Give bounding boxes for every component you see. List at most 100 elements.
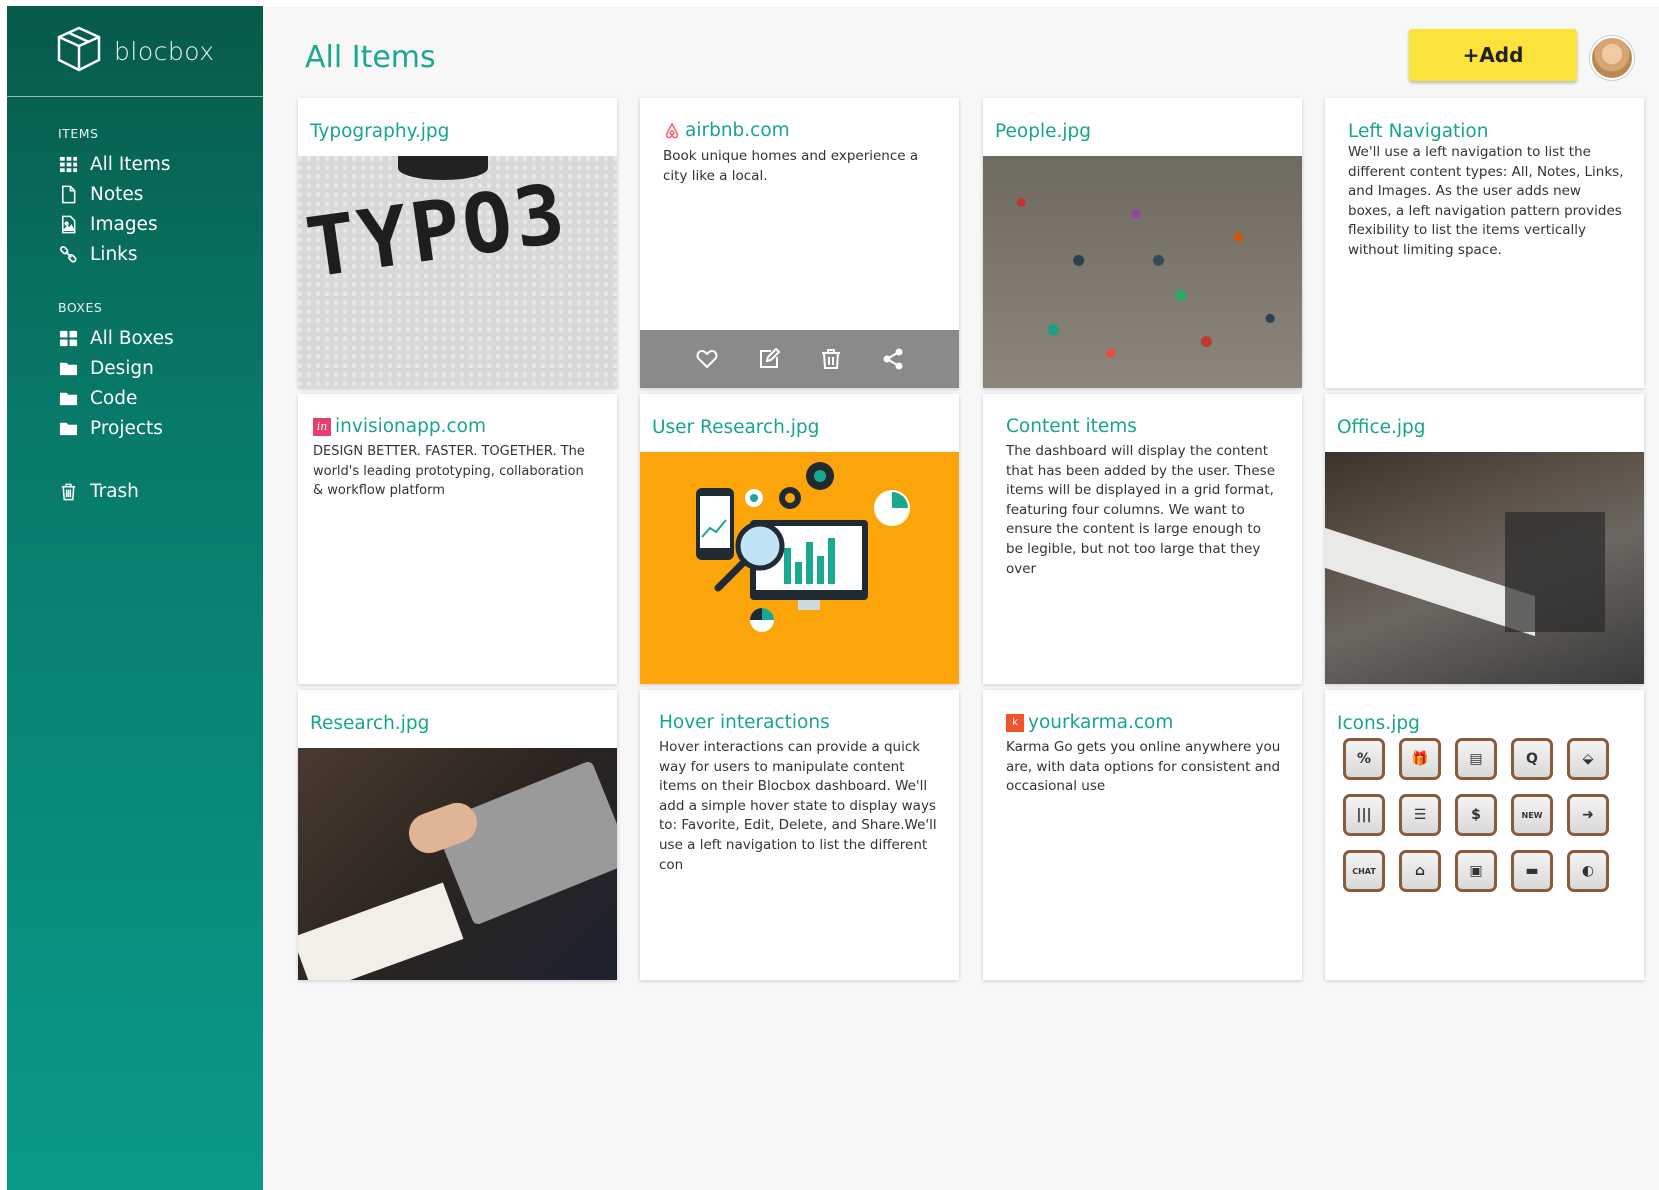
logo[interactable]: blocbox [7, 6, 263, 97]
icon-tile: ▤ [1455, 738, 1497, 780]
card-title: Content items [1006, 416, 1137, 437]
sidebar-item-label: All Items [90, 153, 171, 175]
icon-tile: ⬙ [1567, 738, 1609, 780]
boxes-section: BOXES All Boxes Design Code Projects [58, 300, 174, 443]
folder-icon [58, 418, 78, 438]
sidebar-item-all-items[interactable]: All Items [58, 149, 171, 179]
folder-icon [58, 388, 78, 408]
card-title: invisionapp.com [335, 416, 486, 437]
icon-tile: ▣ [1455, 850, 1497, 892]
heart-icon[interactable] [695, 347, 719, 371]
research-image [298, 748, 617, 980]
sidebar-item-label: Images [90, 213, 158, 235]
user-research-image [640, 452, 959, 684]
sidebar-item-label: Notes [90, 183, 144, 205]
card-left-navigation[interactable]: Left Navigation We'll use a left navigat… [1325, 98, 1644, 388]
boxes-icon [58, 328, 78, 348]
items-section: ITEMS All Items Notes Images Links [58, 126, 171, 269]
sidebar-item-projects[interactable]: Projects [58, 413, 174, 443]
card-title-row: airbnb.com [663, 120, 790, 141]
icon-tile: CHAT [1343, 850, 1385, 892]
icon-tile: ➜ [1567, 794, 1609, 836]
card-yourkarma[interactable]: k yourkarma.com Karma Go gets you online… [983, 690, 1302, 980]
card-airbnb[interactable]: airbnb.com Book unique homes and experie… [640, 98, 959, 388]
card-typography[interactable]: Typography.jpg TYPO3 [298, 98, 617, 388]
card-text: The dashboard will display the content t… [1006, 443, 1275, 577]
icon-tile: Q [1511, 738, 1553, 780]
trash-section: Trash [58, 476, 139, 506]
card-text: Book unique homes and experience a city … [663, 148, 919, 184]
folder-icon [58, 358, 78, 378]
hover-action-bar [640, 330, 959, 388]
icons-image: % 🎁 ▤ Q ⬙ ||| ☰ $ NEW ➜ CHAT ⌂ ▣ ▬ ◐ [1343, 738, 1633, 892]
icon-tile: NEW [1511, 794, 1553, 836]
card-research[interactable]: Research.jpg [298, 690, 617, 980]
delete-icon[interactable] [819, 347, 843, 371]
sidebar-item-label: Trash [90, 480, 139, 502]
link-icon [58, 244, 78, 264]
sidebar-item-links[interactable]: Links [58, 239, 171, 269]
card-title: Hover interactions [659, 712, 830, 733]
sidebar-item-trash[interactable]: Trash [58, 476, 139, 506]
sidebar-item-label: All Boxes [90, 327, 174, 349]
icon-tile: ||| [1343, 794, 1385, 836]
cube-logo-icon [54, 24, 104, 78]
icon-tile: 🎁 [1399, 738, 1441, 780]
sidebar-item-label: Projects [90, 417, 163, 439]
office-image [1325, 452, 1644, 684]
sidebar: blocbox ITEMS All Items Notes Images Lin… [7, 6, 263, 1190]
share-icon[interactable] [881, 347, 905, 371]
items-heading: ITEMS [58, 126, 99, 141]
karma-icon: k [1006, 713, 1024, 732]
card-title: Icons.jpg [1337, 713, 1420, 734]
icon-tile: ◐ [1567, 850, 1609, 892]
sidebar-item-design[interactable]: Design [58, 353, 174, 383]
sidebar-item-notes[interactable]: Notes [58, 179, 171, 209]
card-hover-interactions[interactable]: Hover interactions Hover interactions ca… [640, 690, 959, 980]
note-icon [58, 184, 78, 204]
card-office[interactable]: Office.jpg [1325, 394, 1644, 684]
icon-tile: ☰ [1399, 794, 1441, 836]
app-frame: blocbox ITEMS All Items Notes Images Lin… [7, 6, 1659, 1190]
sidebar-item-label: Links [90, 243, 138, 265]
add-button[interactable]: +Add [1409, 29, 1577, 81]
card-people[interactable]: People.jpg [983, 98, 1302, 388]
icon-tile: ▬ [1511, 850, 1553, 892]
card-title: airbnb.com [685, 120, 790, 141]
card-title: Office.jpg [1337, 417, 1426, 438]
icon-tile: % [1343, 738, 1385, 780]
card-text: We'll use a left navigation to list the … [1348, 144, 1624, 258]
avatar[interactable] [1590, 36, 1634, 80]
sidebar-item-label: Design [90, 357, 154, 379]
card-title: Typography.jpg [310, 121, 450, 142]
icon-tile: ⌂ [1399, 850, 1441, 892]
image-icon [58, 214, 78, 234]
card-text: Karma Go gets you online anywhere you ar… [1006, 739, 1281, 795]
people-image [983, 156, 1302, 388]
card-title: User Research.jpg [652, 417, 820, 438]
trash-icon [58, 481, 78, 501]
card-title: Research.jpg [310, 713, 430, 734]
sidebar-item-images[interactable]: Images [58, 209, 171, 239]
icon-tile: $ [1455, 794, 1497, 836]
app-name: blocbox [114, 36, 215, 66]
sidebar-item-all-boxes[interactable]: All Boxes [58, 323, 174, 353]
card-invision[interactable]: in invisionapp.com DESIGN BETTER. FASTER… [298, 394, 617, 684]
card-text: Hover interactions can provide a quick w… [659, 739, 937, 873]
grid-icon [58, 154, 78, 174]
card-icons[interactable]: Icons.jpg % 🎁 ▤ Q ⬙ ||| ☰ $ NEW ➜ CHAT ⌂… [1325, 690, 1644, 980]
sidebar-item-code[interactable]: Code [58, 383, 174, 413]
card-title-row: k yourkarma.com [1006, 712, 1173, 733]
sidebar-item-label: Code [90, 387, 138, 409]
airbnb-icon [663, 121, 681, 140]
card-title: People.jpg [995, 121, 1091, 142]
card-title-row: in invisionapp.com [313, 416, 486, 437]
card-content-items[interactable]: Content items The dashboard will display… [983, 394, 1302, 684]
research-illustration [696, 462, 910, 632]
card-title: yourkarma.com [1028, 712, 1174, 733]
typography-image: TYPO3 [298, 156, 617, 388]
card-user-research[interactable]: User Research.jpg [640, 394, 959, 684]
edit-icon[interactable] [757, 347, 781, 371]
card-title: Left Navigation [1348, 121, 1489, 142]
page-title: All Items [305, 40, 436, 75]
